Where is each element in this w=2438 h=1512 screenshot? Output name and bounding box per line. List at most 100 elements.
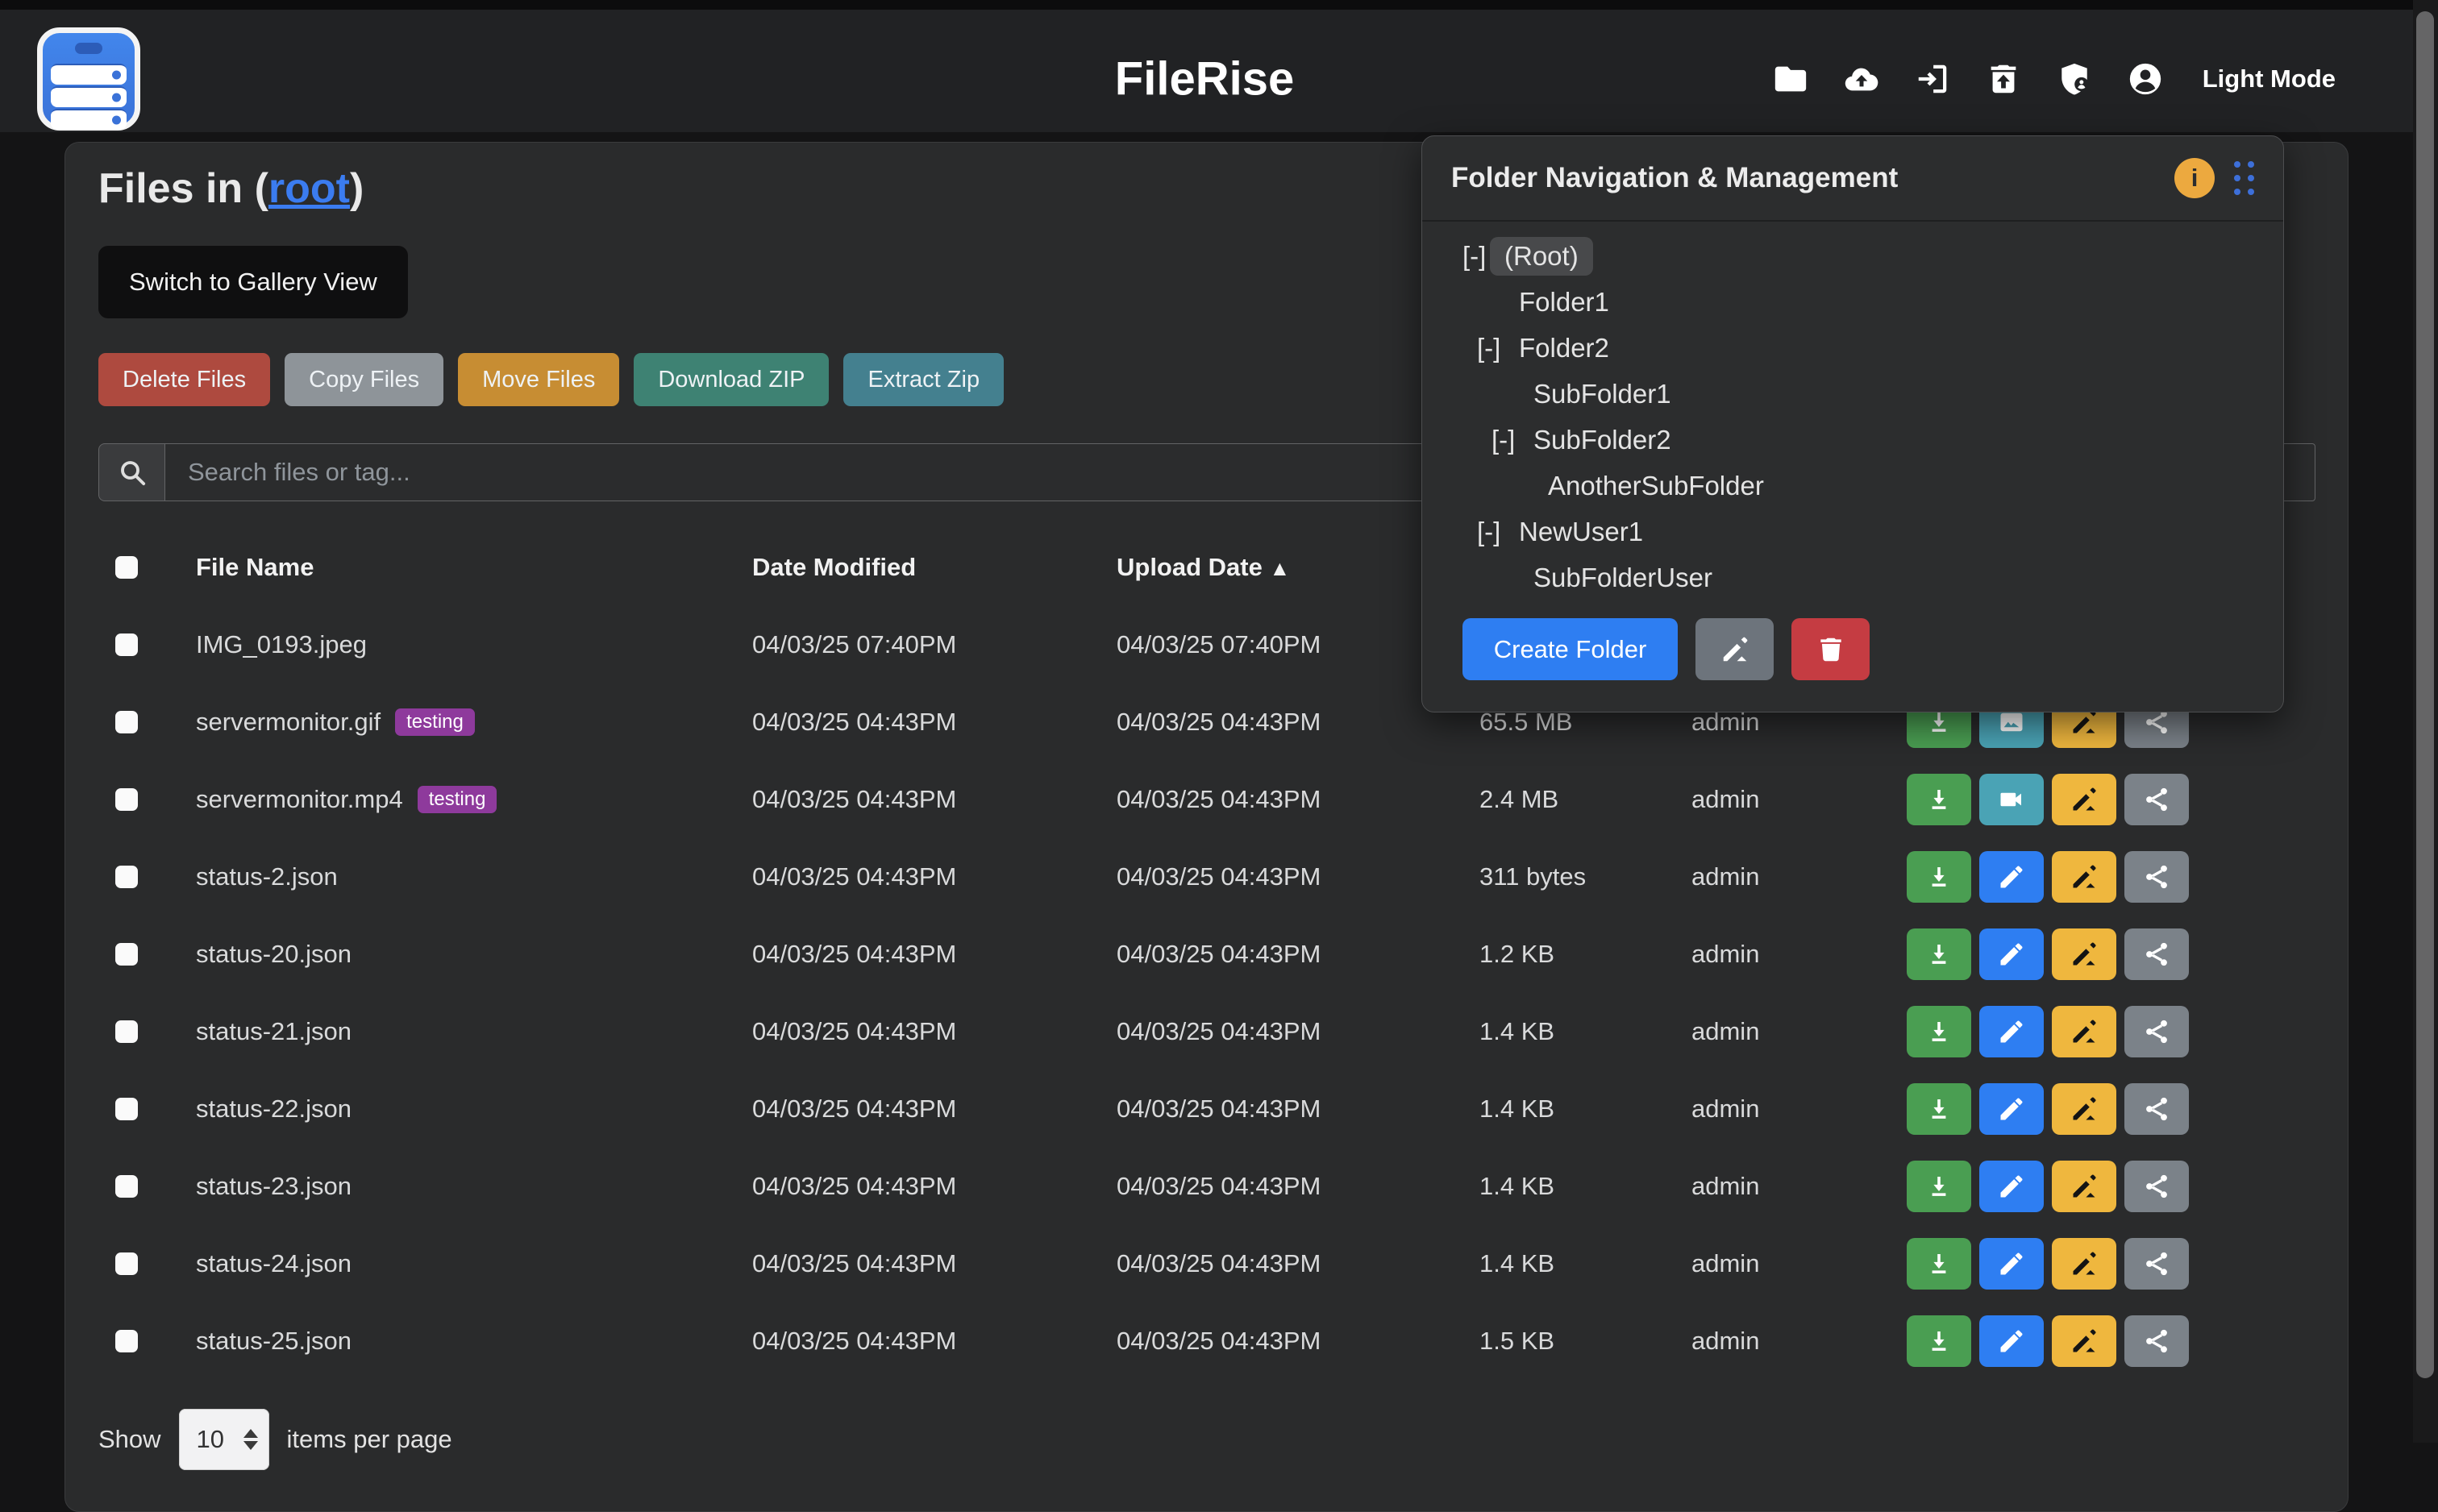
file-name[interactable]: status-22.json (196, 1095, 352, 1124)
upload-date: 04/03/25 04:43PM (1117, 1172, 1321, 1201)
select-all-checkbox[interactable] (115, 556, 138, 579)
file-name[interactable]: status-20.json (196, 940, 352, 969)
folder-tree-item[interactable]: [-]NewUser1 (1462, 509, 2283, 555)
row-checkbox[interactable] (115, 633, 138, 656)
folder-tree-item[interactable]: AnotherSubFolder (1462, 463, 2283, 509)
share-button[interactable] (2124, 1238, 2189, 1290)
column-file-name[interactable]: File Name (196, 553, 314, 582)
rename-folder-button[interactable] (1695, 618, 1774, 680)
rename-button[interactable] (2052, 774, 2116, 825)
share-button[interactable] (2124, 1315, 2189, 1367)
copy-files-button[interactable]: Copy Files (285, 353, 443, 406)
folder-tree-item[interactable]: [-](Root) (1462, 233, 2283, 279)
download-button[interactable] (1907, 1315, 1971, 1367)
download-button[interactable] (1907, 1161, 1971, 1212)
file-name[interactable]: status-21.json (196, 1017, 352, 1046)
collapse-toggle[interactable]: [-] (1492, 425, 1533, 455)
row-checkbox[interactable] (115, 1175, 138, 1198)
download-button[interactable] (1907, 1083, 1971, 1135)
share-button[interactable] (2124, 1006, 2189, 1057)
row-checkbox[interactable] (115, 943, 138, 966)
column-date-modified[interactable]: Date Modified (752, 553, 916, 582)
rename-button[interactable] (2052, 1315, 2116, 1367)
move-files-button[interactable]: Move Files (458, 353, 619, 406)
cloud-upload-icon[interactable] (1843, 60, 1880, 98)
file-name[interactable]: status-2.json (196, 862, 338, 891)
collapse-toggle[interactable]: [-] (1477, 333, 1519, 363)
rename-button[interactable] (2052, 851, 2116, 903)
collapse-toggle[interactable]: [-] (1477, 517, 1519, 547)
folder-label[interactable]: NewUser1 (1519, 517, 1643, 547)
info-icon[interactable]: i (2174, 158, 2215, 198)
download-zip-button[interactable]: Download ZIP (634, 353, 829, 406)
file-name[interactable]: IMG_0193.jpeg (196, 630, 367, 659)
share-button[interactable] (2124, 774, 2189, 825)
row-checkbox[interactable] (115, 1020, 138, 1043)
share-button[interactable] (2124, 851, 2189, 903)
extract-zip-button[interactable]: Extract Zip (843, 353, 1004, 406)
date-modified: 04/03/25 04:43PM (752, 1172, 956, 1201)
folder-label[interactable]: (Root) (1490, 237, 1593, 276)
row-checkbox[interactable] (115, 711, 138, 733)
scrollbar-track[interactable] (2413, 0, 2438, 1443)
share-button[interactable] (2124, 1083, 2189, 1135)
edit-file-button[interactable] (1979, 1083, 2044, 1135)
rename-button[interactable] (2052, 928, 2116, 980)
edit-file-button[interactable] (1979, 851, 2044, 903)
file-name[interactable]: servermonitor.giftesting (196, 708, 475, 737)
file-name[interactable]: status-24.json (196, 1249, 352, 1278)
root-folder-link[interactable]: root (268, 165, 350, 212)
share-button[interactable] (2124, 1161, 2189, 1212)
share-button[interactable] (2124, 928, 2189, 980)
folder-tree-item[interactable]: [-]SubFolder2 (1462, 417, 2283, 463)
row-checkbox[interactable] (115, 1330, 138, 1352)
row-checkbox[interactable] (115, 1098, 138, 1120)
switch-gallery-view-button[interactable]: Switch to Gallery View (98, 246, 408, 318)
row-checkbox[interactable] (115, 1252, 138, 1275)
delete-folder-button[interactable] (1791, 618, 1870, 680)
rename-button[interactable] (2052, 1083, 2116, 1135)
download-button[interactable] (1907, 851, 1971, 903)
preview-video-button[interactable] (1979, 774, 2044, 825)
theme-toggle[interactable]: Light Mode (2203, 64, 2336, 93)
file-name[interactable]: status-25.json (196, 1327, 352, 1356)
rename-button[interactable] (2052, 1006, 2116, 1057)
scrollbar-thumb[interactable] (2416, 11, 2434, 1378)
folder-tree-item[interactable]: SubFolderUser (1462, 555, 2283, 600)
folder-tree-item[interactable]: [-]Folder2 (1462, 325, 2283, 371)
edit-file-button[interactable] (1979, 928, 2044, 980)
edit-file-button[interactable] (1979, 1006, 2044, 1057)
folder-tree-item[interactable]: Folder1 (1462, 279, 2283, 325)
download-button[interactable] (1907, 1238, 1971, 1290)
download-button[interactable] (1907, 1006, 1971, 1057)
rename-button[interactable] (2052, 1238, 2116, 1290)
folder-label[interactable]: SubFolder1 (1533, 379, 1671, 409)
edit-file-button[interactable] (1979, 1238, 2044, 1290)
restore-trash-icon[interactable] (1985, 60, 2022, 98)
folder-icon[interactable] (1772, 60, 1809, 98)
row-checkbox[interactable] (115, 866, 138, 888)
admin-shield-icon[interactable] (2056, 60, 2093, 98)
folder-label[interactable]: SubFolderUser (1533, 563, 1712, 593)
rename-button[interactable] (2052, 1161, 2116, 1212)
file-name[interactable]: status-23.json (196, 1172, 352, 1201)
folder-tree-item[interactable]: SubFolder1 (1462, 371, 2283, 417)
folder-label[interactable]: SubFolder2 (1533, 425, 1671, 455)
edit-file-button[interactable] (1979, 1315, 2044, 1367)
folder-label[interactable]: AnotherSubFolder (1548, 471, 1764, 501)
download-button[interactable] (1907, 928, 1971, 980)
file-name[interactable]: servermonitor.mp4testing (196, 785, 497, 814)
column-upload-date[interactable]: Upload Date ▲ (1117, 553, 1290, 582)
folder-label[interactable]: Folder1 (1519, 287, 1609, 318)
filerise-logo-icon[interactable] (37, 27, 140, 131)
create-folder-button[interactable]: Create Folder (1462, 618, 1678, 680)
logout-icon[interactable] (1914, 60, 1951, 98)
delete-files-button[interactable]: Delete Files (98, 353, 270, 406)
download-button[interactable] (1907, 774, 1971, 825)
row-checkbox[interactable] (115, 788, 138, 811)
page-size-select[interactable]: 10 (179, 1409, 269, 1470)
drag-handle-icon[interactable] (2234, 161, 2254, 195)
edit-file-button[interactable] (1979, 1161, 2044, 1212)
folder-label[interactable]: Folder2 (1519, 333, 1609, 363)
account-icon[interactable] (2127, 60, 2164, 98)
